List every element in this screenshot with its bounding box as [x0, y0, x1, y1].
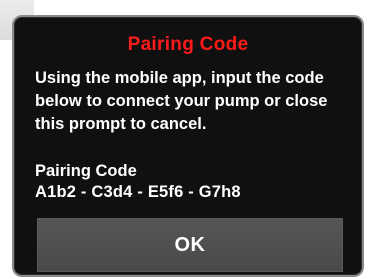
pairing-code-dialog: Pairing Code Using the mobile app, input…	[12, 15, 364, 277]
pairing-code-label: Pairing Code	[35, 162, 137, 180]
ok-button[interactable]: OK	[37, 218, 343, 272]
pairing-code-value: A1b2 - C3d4 - E5f6 - G7h8	[35, 183, 241, 201]
dialog-title: Pairing Code	[127, 34, 249, 55]
ok-button-label: OK	[174, 233, 206, 256]
dialog-message: Using the mobile app, input the code bel…	[35, 69, 328, 133]
